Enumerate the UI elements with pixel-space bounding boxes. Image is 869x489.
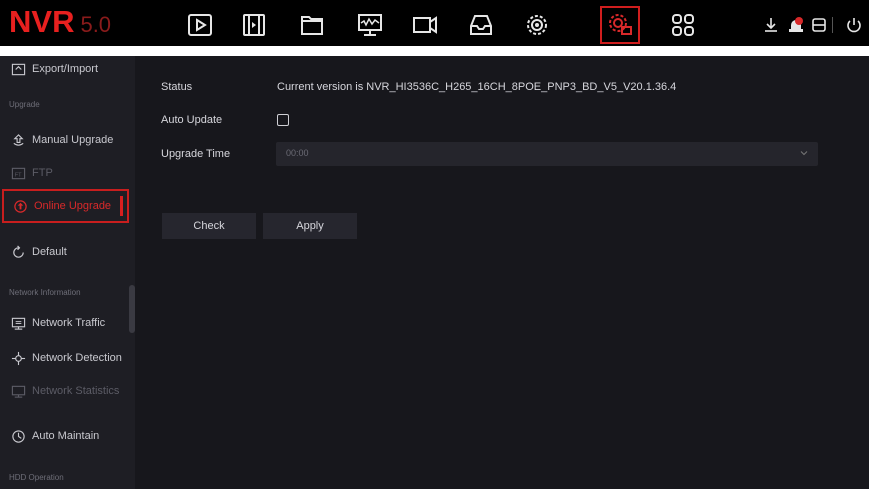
sidebar-item-network-traffic[interactable]: Network Traffic [0,310,135,336]
sidebar-item-label: Default [32,246,67,258]
camera-icon[interactable] [405,6,445,44]
auto-update-label: Auto Update [161,114,223,126]
logo-text: NVR [9,4,75,39]
playback-icon[interactable] [180,6,220,44]
active-indicator [120,196,123,216]
logo: NVR 5.0 [9,4,111,44]
sidebar-item-label: Online Upgrade [34,200,112,212]
system-settings-icon[interactable] [600,6,640,44]
settings-icon[interactable] [517,6,557,44]
default-icon [10,244,26,260]
sidebar-item-network-detection[interactable]: Network Detection [0,345,135,371]
status-label: Status [161,81,193,93]
section-hdd-operation: HDD Operation [9,473,64,482]
sidebar-item-label: Auto Maintain [32,430,100,442]
monitor-wave-icon[interactable] [350,6,390,44]
power-icon[interactable] [843,14,865,36]
download-icon[interactable] [760,14,782,36]
svg-text:FT: FT [14,172,21,178]
check-button[interactable]: Check [162,213,256,239]
manual-upgrade-icon [10,132,26,148]
alarm-icon[interactable] [785,14,807,36]
sidebar-item-ftp[interactable]: FT FTP [0,160,135,186]
chevron-down-icon [800,151,808,156]
sidebar-item-online-upgrade[interactable]: Online Upgrade [2,189,129,223]
sidebar-item-label: Export/Import [32,63,99,75]
sidebar: Export/Import Upgrade Manual Upgrade FT … [0,56,135,489]
upgrade-time-label: Upgrade Time [161,148,231,160]
network-traffic-icon [10,315,26,331]
network-detection-icon [10,350,26,366]
sidebar-item-manual-upgrade[interactable]: Manual Upgrade [0,127,135,153]
separator-strip [0,46,869,56]
video-clip-icon[interactable] [234,6,274,44]
divider [832,17,833,33]
upgrade-time-select[interactable]: 00:00 [276,142,818,166]
upgrade-time-value: 00:00 [286,148,309,158]
auto-maintain-icon [10,428,26,444]
storage-icon[interactable] [461,6,501,44]
main-panel [135,56,869,489]
section-upgrade: Upgrade [9,100,40,109]
apply-button[interactable]: Apply [263,213,357,239]
logo-version: 5.0 [80,12,112,37]
apps-grid-icon[interactable] [663,6,703,44]
sidebar-item-default[interactable]: Default [0,239,135,265]
section-network-information: Network Information [9,288,81,297]
sidebar-item-auto-maintain[interactable]: Auto Maintain [0,423,135,449]
auto-update-checkbox[interactable] [277,114,289,126]
status-value: Current version is NVR_HI3536C_H265_16CH… [277,81,677,93]
sidebar-item-export-import[interactable]: Export/Import [0,56,135,82]
sidebar-item-label: Manual Upgrade [32,134,114,146]
sidebar-item-network-statistics[interactable]: Network Statistics [0,378,135,404]
network-statistics-icon [10,383,26,399]
folder-icon[interactable] [292,6,332,44]
online-upgrade-icon [12,198,28,214]
export-icon [10,61,26,77]
sidebar-item-label: Network Statistics [32,385,120,397]
record-icon[interactable] [808,14,830,36]
ftp-icon: FT [10,165,26,181]
sidebar-item-label: Network Traffic [32,317,106,329]
sidebar-item-label: Network Detection [32,352,122,364]
sidebar-item-label: FTP [32,167,53,179]
